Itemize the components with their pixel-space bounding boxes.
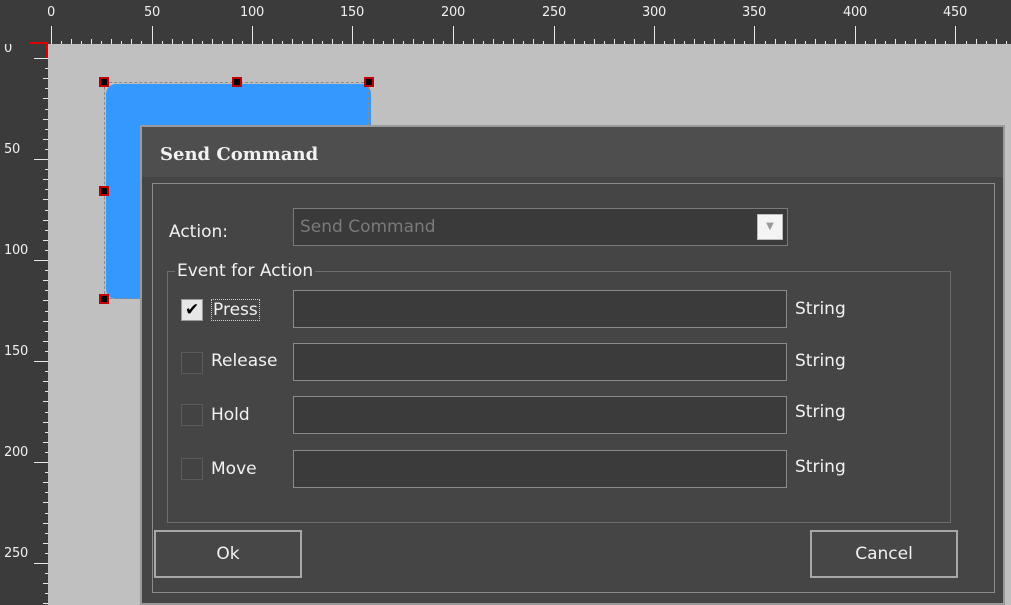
move-checkbox[interactable]: [181, 458, 203, 480]
ruler-tick: [51, 26, 52, 44]
ruler-label: 350: [742, 5, 766, 20]
resize-handle-top-left[interactable]: [99, 77, 109, 87]
resize-handle-bottom-left[interactable]: [99, 294, 109, 304]
ruler-tick: [34, 361, 48, 362]
ruler-label: 100: [4, 243, 28, 258]
ruler-tick: [352, 26, 353, 44]
ruler-tick: [654, 26, 655, 44]
ruler-label: 0: [47, 5, 55, 20]
ruler-tick: [855, 26, 856, 44]
ruler-tick: [554, 26, 555, 44]
ruler-tick: [34, 58, 48, 59]
ruler-label: 100: [240, 5, 264, 20]
dialog-content-frame: Action: Send Command ▼ Event for Action …: [152, 183, 995, 593]
ruler-label: 50: [4, 142, 20, 157]
send-command-dialog: Send Command Action: Send Command ▼ Even…: [140, 125, 1005, 605]
ruler-tick: [152, 26, 153, 44]
ruler-label: 50: [144, 5, 160, 20]
resize-handle-top-right[interactable]: [364, 77, 374, 87]
ruler-label: 150: [340, 5, 364, 20]
move-type-label: String: [795, 457, 846, 477]
ruler-label: 200: [4, 445, 28, 460]
resize-handle-top-center[interactable]: [232, 77, 242, 87]
resize-handle-middle-left[interactable]: [99, 186, 109, 196]
action-dropdown[interactable]: Send Command ▼: [293, 208, 788, 246]
ruler-label: 150: [4, 344, 28, 359]
ruler-tick: [453, 26, 454, 44]
ruler-label: 400: [843, 5, 867, 20]
release-type-label: String: [795, 351, 846, 371]
hold-label[interactable]: Hold: [211, 405, 250, 425]
ruler-label: 250: [4, 546, 28, 561]
release-command-input[interactable]: [293, 343, 787, 381]
ruler-label: 250: [542, 5, 566, 20]
press-type-label: String: [795, 299, 846, 319]
action-label: Action:: [169, 222, 228, 242]
horizontal-ruler: 0 50 100 150 200 250 300 350 400 450: [0, 0, 1011, 44]
action-dropdown-value: Send Command: [300, 217, 436, 237]
chevron-down-icon[interactable]: ▼: [757, 214, 783, 240]
release-checkbox[interactable]: [181, 352, 203, 374]
ruler-tick: [252, 26, 253, 44]
checkmark-icon: ✔: [185, 300, 200, 320]
release-label[interactable]: Release: [211, 351, 277, 371]
move-command-input[interactable]: [293, 450, 787, 488]
ruler-label: 300: [642, 5, 666, 20]
cancel-button[interactable]: Cancel: [810, 530, 958, 578]
press-checkbox[interactable]: ✔: [181, 299, 203, 321]
ruler-label: 0: [4, 44, 12, 56]
vertical-ruler: 0 50 100 150 200 250: [0, 44, 48, 605]
ruler-label: 200: [441, 5, 465, 20]
ruler-label: 450: [943, 5, 967, 20]
event-group-legend: Event for Action: [175, 261, 316, 281]
ruler-tick: [34, 159, 48, 160]
ruler-tick: [34, 563, 48, 564]
dialog-title[interactable]: Send Command: [142, 127, 1003, 177]
hold-checkbox[interactable]: [181, 404, 203, 426]
hold-type-label: String: [795, 402, 846, 422]
press-label[interactable]: Press: [211, 299, 260, 321]
move-label[interactable]: Move: [211, 459, 257, 479]
hold-command-input[interactable]: [293, 396, 787, 434]
ruler-tick: [955, 26, 956, 44]
ok-button[interactable]: Ok: [154, 530, 302, 578]
ruler-tick: [34, 462, 48, 463]
ruler-tick: [34, 260, 48, 261]
ruler-corner: [0, 0, 48, 44]
press-command-input[interactable]: [293, 290, 787, 328]
ruler-tick: [754, 26, 755, 44]
